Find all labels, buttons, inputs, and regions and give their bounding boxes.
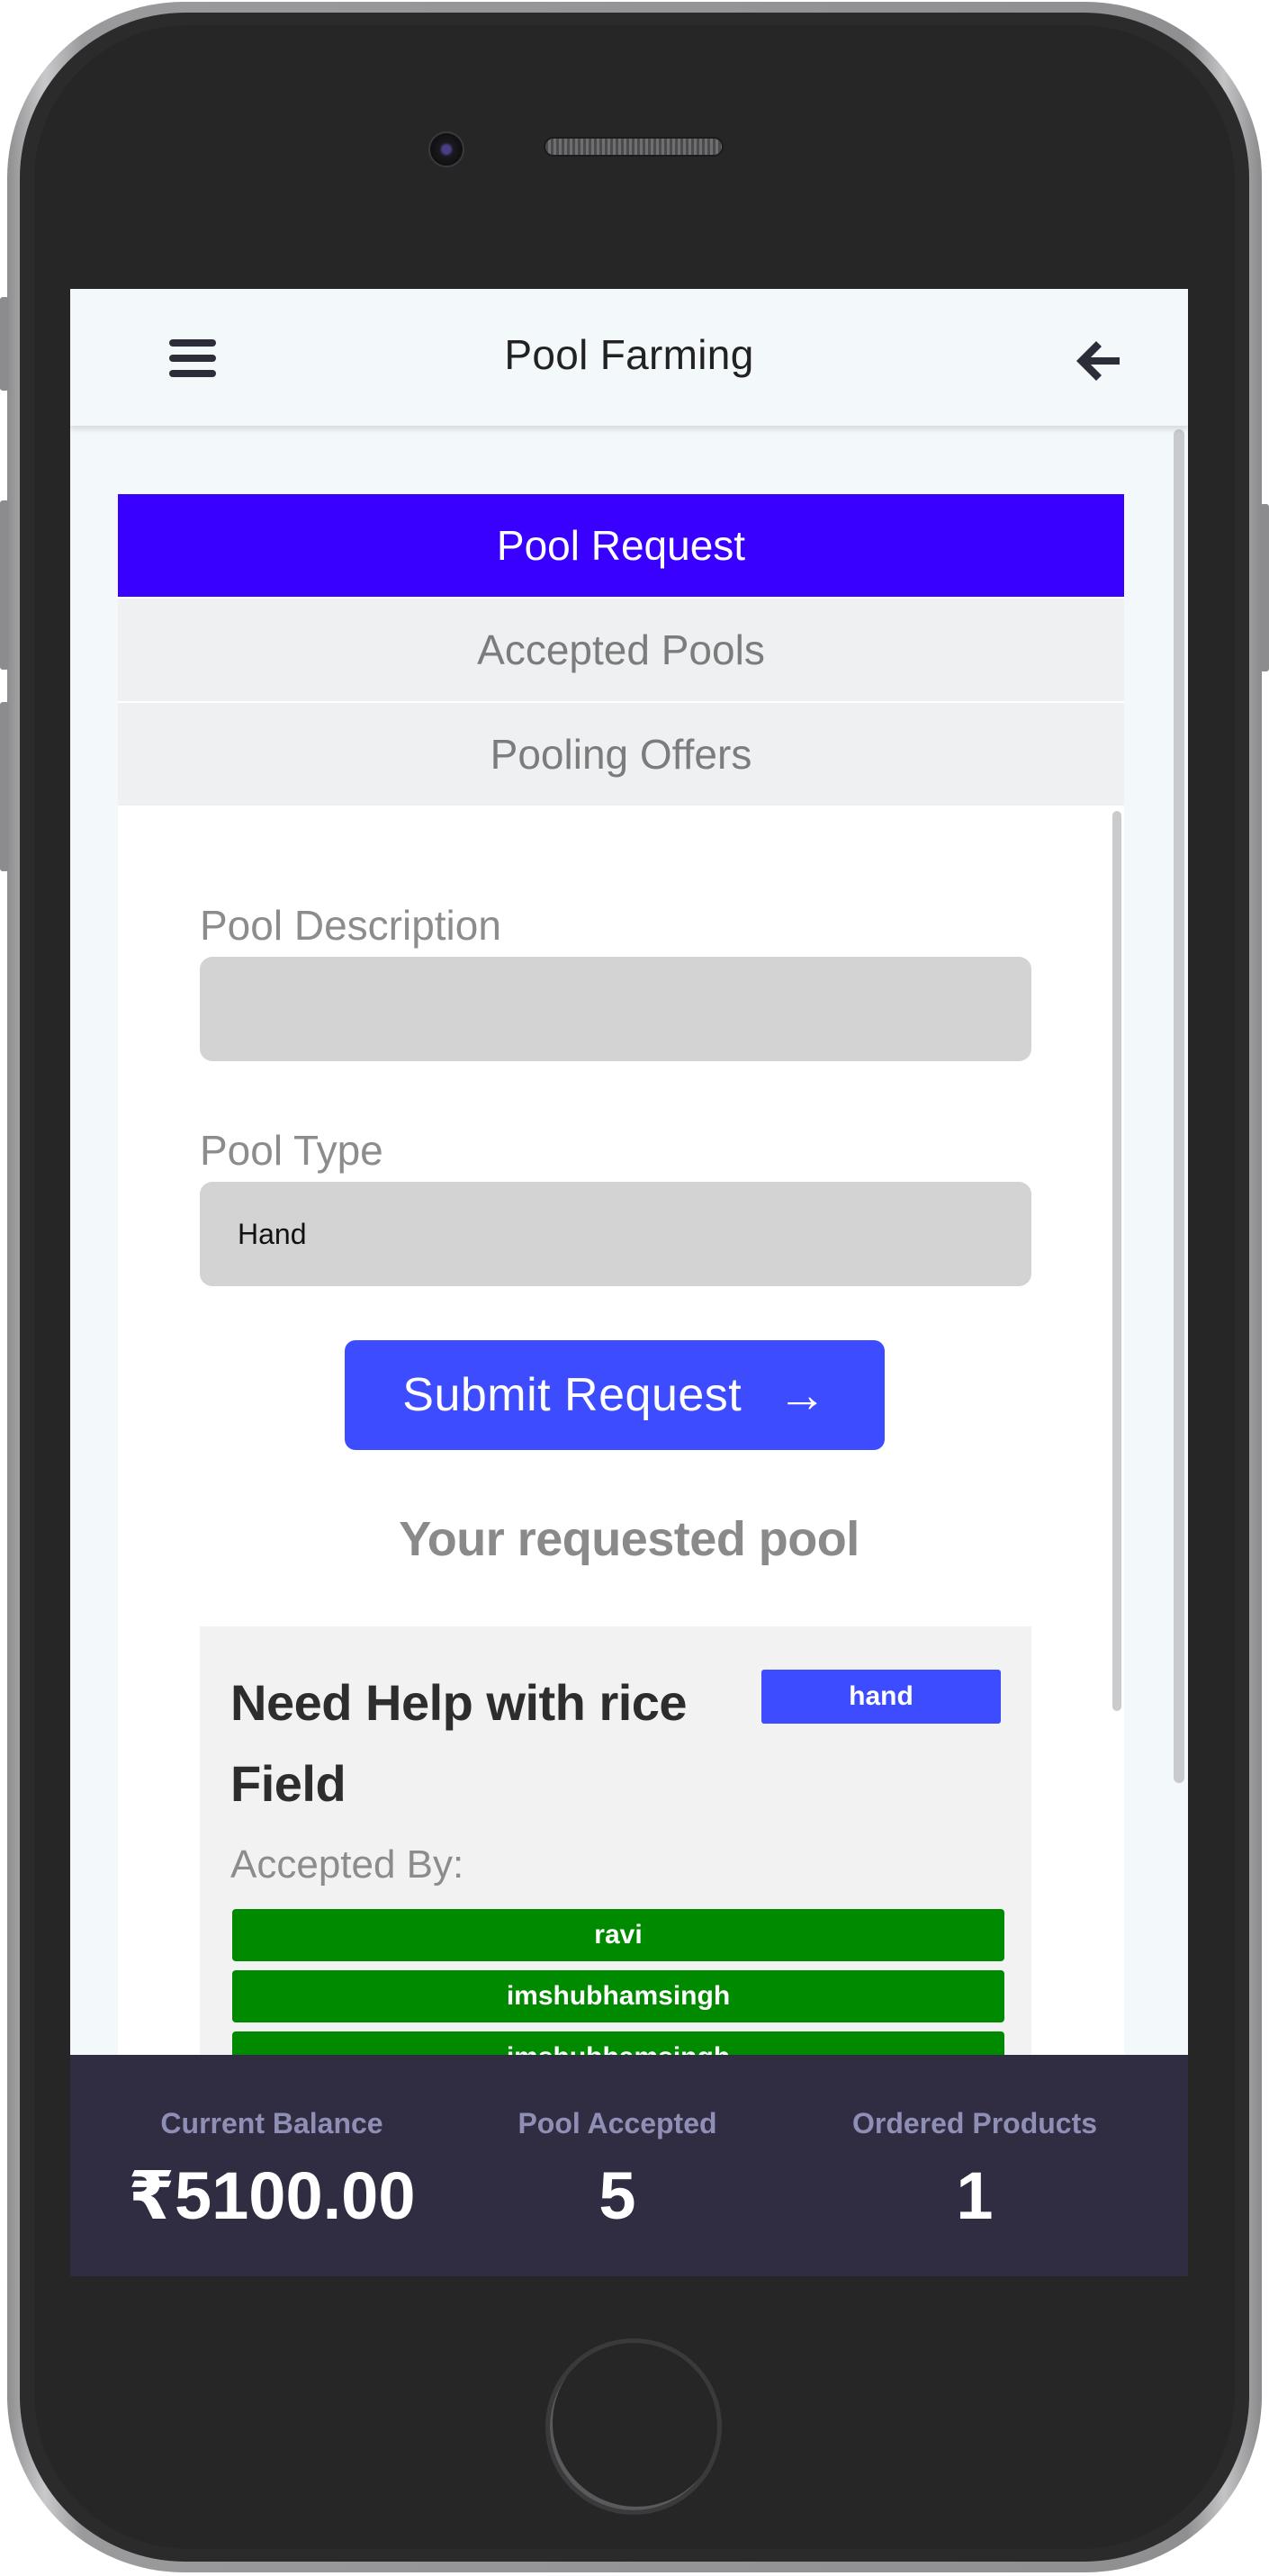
current-balance-label: Current Balance	[160, 2107, 383, 2139]
volume-up-button	[0, 500, 9, 670]
panel-scrollbar[interactable]	[1112, 811, 1121, 1711]
current-balance-stat: Current Balance ₹5100.00	[70, 2055, 473, 2276]
submit-request-label: Submit Request	[402, 1369, 742, 1421]
page-scrollbar[interactable]	[1174, 429, 1184, 1783]
pool-accepted-label: Pool Accepted	[518, 2107, 717, 2139]
stats-footer: Current Balance ₹5100.00 Pool Accepted 5…	[70, 2055, 1188, 2276]
pool-card-title: Need Help with rice Field	[230, 1674, 688, 1812]
pool-type-input[interactable]	[200, 1182, 1031, 1286]
ordered-products-value: 1	[956, 2158, 994, 2233]
submit-request-button[interactable]: Submit Request →	[345, 1340, 885, 1450]
requested-pool-heading: Your requested pool	[399, 1512, 860, 1566]
pool-type-badge: hand	[761, 1670, 1001, 1724]
ordered-products-label: Ordered Products	[851, 2107, 1098, 2139]
silent-switch	[0, 297, 9, 391]
tab-pooling-offers[interactable]: Pooling Offers	[118, 703, 1124, 807]
pool-description-input[interactable]	[200, 957, 1031, 1061]
app-header: Pool Farming	[70, 289, 1188, 426]
page-title: Pool Farming	[504, 331, 754, 378]
ordered-products-stat: Ordered Products 1	[761, 2055, 1188, 2276]
accepted-user-pill[interactable]: ravi	[232, 1909, 1004, 1961]
pool-accepted-stat: Pool Accepted 5	[473, 2055, 761, 2276]
tab-pool-request[interactable]: Pool Request	[118, 494, 1124, 599]
back-arrow-icon[interactable]	[1073, 336, 1123, 386]
accepted-user-pill[interactable]: imshubhamsingh	[232, 1970, 1004, 2022]
current-balance-value: ₹5100.00	[128, 2158, 416, 2233]
accepted-by-label: Accepted By:	[230, 1842, 464, 1887]
pool-description-label: Pool Description	[200, 902, 501, 949]
pool-accepted-value: 5	[598, 2158, 636, 2233]
arrow-right-icon: →	[778, 1368, 827, 1422]
app-screen: Pool Farming Pool Request Accepted Pools…	[70, 289, 1188, 2276]
home-button[interactable]	[545, 2338, 722, 2515]
pool-type-label: Pool Type	[200, 1127, 383, 1174]
tab-bar: Pool Request Accepted Pools Pooling Offe…	[118, 494, 1124, 807]
front-camera	[428, 131, 464, 167]
earpiece-speaker	[544, 137, 724, 157]
tab-accepted-pools[interactable]: Accepted Pools	[118, 599, 1124, 703]
power-button	[1260, 504, 1269, 671]
volume-down-button	[0, 702, 9, 871]
